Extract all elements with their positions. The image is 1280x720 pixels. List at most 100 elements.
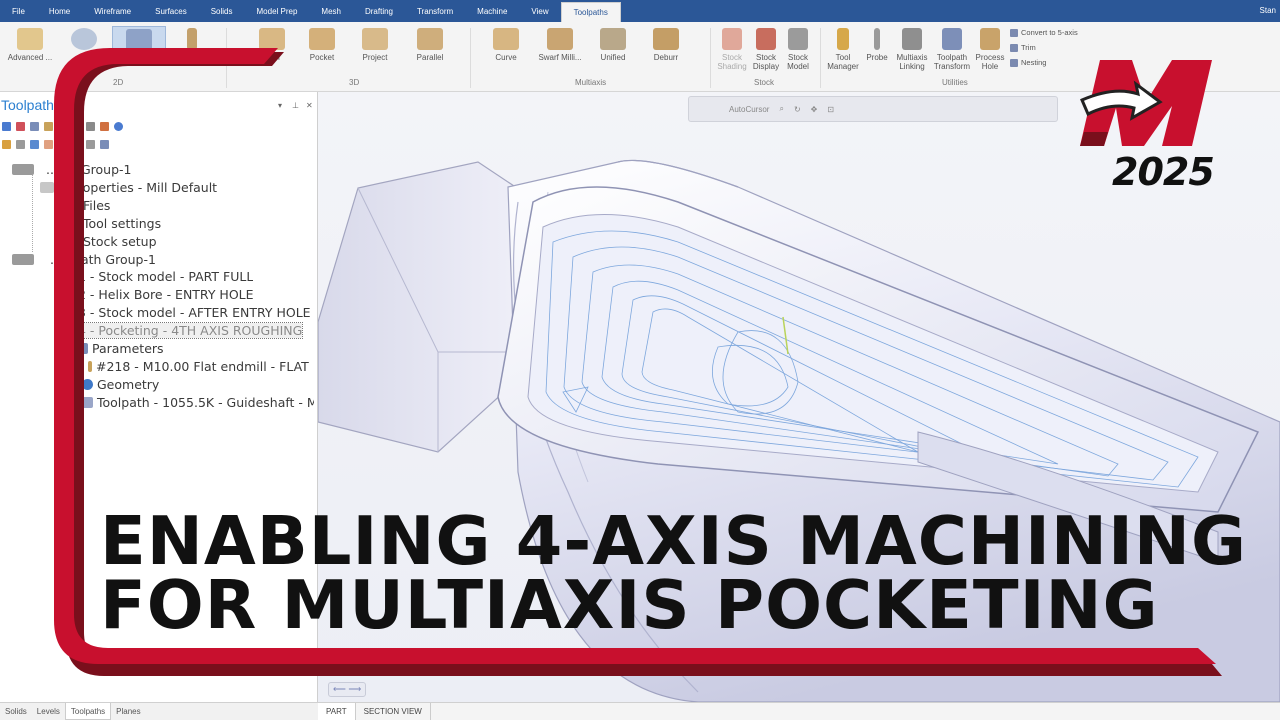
tree-toolpath-file[interactable]: Toolpath - 1055.5K - Guideshaft - M — [82, 395, 314, 410]
tab-toolpaths-manager[interactable]: Toolpaths — [64, 703, 112, 720]
selected-2d-button[interactable] — [112, 26, 166, 52]
convert-5axis-button[interactable]: Convert to 5-axis — [1010, 28, 1078, 37]
multiaxis-linking-label: Multiaxis Linking — [896, 53, 928, 71]
tab-transform[interactable]: Transform — [405, 0, 465, 22]
tab-home[interactable]: Home — [37, 0, 82, 22]
tree-tool-settings[interactable]: Tool settings — [68, 216, 161, 231]
move-up-icon[interactable] — [58, 140, 67, 149]
unified-button[interactable]: Unified — [585, 24, 641, 62]
swarf-label: Swarf Milli... — [538, 53, 582, 62]
tab-planes-manager[interactable]: Planes — [111, 703, 145, 720]
tree-toolpath-group[interactable]: ...olpath Group-1 — [12, 252, 156, 267]
tree-geometry[interactable]: Geometry — [82, 377, 159, 392]
autocursor-label[interactable]: AutoCursor — [729, 105, 769, 114]
drill-button[interactable] — [172, 24, 212, 53]
tree-machine-group[interactable]: ...ine Group-1 — [12, 162, 132, 177]
fit-icon[interactable]: ⊡ — [827, 105, 834, 114]
deselect-icon[interactable] — [16, 122, 25, 131]
tab-levels-manager[interactable]: Levels — [32, 703, 65, 720]
deburr-icon — [653, 28, 679, 50]
select-all-icon[interactable] — [2, 122, 11, 131]
project-button[interactable]: Project — [347, 24, 403, 62]
swarf-milling-button[interactable]: Swarf Milli... — [532, 24, 588, 62]
unified-label: Unified — [600, 53, 626, 62]
tab-mesh[interactable]: Mesh — [309, 0, 353, 22]
pin-icon[interactable]: ⊥ — [292, 101, 299, 110]
insert-arrow-icon[interactable] — [72, 140, 81, 149]
scroll-icon[interactable] — [86, 140, 95, 149]
posting-icon[interactable] — [30, 140, 39, 149]
group-2d-label: 2D — [113, 78, 124, 87]
zoom-icon[interactable]: ⌕ — [779, 104, 783, 114]
expand-icon[interactable] — [100, 140, 109, 149]
logo-year: 2025 — [1112, 150, 1215, 194]
dropdown-icon[interactable]: ▾ — [278, 101, 282, 110]
tree-parameters[interactable]: Parameters — [82, 341, 164, 356]
curve-button[interactable]: Curve — [478, 24, 534, 62]
parallel-icon — [417, 28, 443, 50]
stock-display-button[interactable]: Stock Display — [748, 24, 784, 71]
lock-icon[interactable] — [2, 140, 11, 149]
backplot-icon[interactable] — [58, 122, 67, 131]
multiaxis-linking-button[interactable]: Multiaxis Linking — [892, 24, 932, 71]
tab-solids[interactable]: Solids — [199, 0, 245, 22]
tab-model-prep[interactable]: Model Prep — [245, 0, 310, 22]
move-down-icon[interactable] — [44, 140, 53, 149]
probe-button[interactable]: Probe — [860, 24, 894, 62]
toggle-display-icon[interactable] — [16, 140, 25, 149]
help-icon[interactable] — [114, 122, 123, 131]
tree-operation-2[interactable]: 2 - Helix Bore - ENTRY HOLE — [68, 287, 254, 302]
tree-operation-1[interactable]: 1 - Stock model - PART FULL — [68, 269, 253, 284]
tab-solids-manager[interactable]: Solids — [0, 703, 32, 720]
view-navigator[interactable]: ⟵ ⟶ — [328, 682, 367, 697]
verify-icon[interactable] — [72, 122, 81, 131]
tree-properties[interactable]: ...roperties - Mill Default — [40, 180, 217, 195]
endmill-icon — [88, 361, 92, 372]
viewport-toolbar[interactable]: AutoCursor ⌕ ↻ ✥ ⊡ — [688, 96, 1058, 122]
advanced-button[interactable]: Advanced ... — [2, 24, 58, 62]
pocket-button[interactable]: Pocket — [294, 24, 350, 62]
tree-operation-3[interactable]: 3 - Stock model - AFTER ENTRY HOLE — [68, 305, 311, 320]
group-multiaxis-label: Multiaxis — [575, 78, 607, 87]
multiaxis-linking-icon — [902, 28, 922, 50]
tree-label: 1 - Stock model - PART FULL — [78, 269, 254, 284]
tool-manager-button[interactable]: Tool Manager — [822, 24, 864, 71]
simulate-icon[interactable] — [86, 122, 95, 131]
process-hole-label: Process Hole — [975, 53, 1005, 71]
tab-machine[interactable]: Machine — [465, 0, 519, 22]
tab-view[interactable]: View — [519, 0, 560, 22]
unified-icon — [600, 28, 626, 50]
tree-label: 2 - Helix Bore - ENTRY HOLE — [78, 287, 254, 302]
stock-model-button[interactable]: Stock Model — [780, 24, 816, 71]
tree-tool[interactable]: #218 - M10.00 Flat endmill - FLAT — [88, 359, 309, 374]
toolpath-transform-button[interactable]: Toolpath Transform — [930, 24, 974, 71]
parallel-button[interactable]: Parallel — [402, 24, 458, 62]
properties-icon — [40, 182, 54, 193]
tab-surfaces[interactable]: Surfaces — [143, 0, 199, 22]
regen-dirty-icon[interactable] — [44, 122, 53, 131]
tab-file[interactable]: File — [0, 0, 37, 22]
tree-operation-4-selected[interactable]: 4 - Pocketing - 4TH AXIS ROUGHING — [66, 322, 304, 339]
process-hole-button[interactable]: Process Hole — [970, 24, 1010, 71]
trim-button[interactable]: Trim — [1010, 43, 1036, 52]
tree-stock-setup[interactable]: Stock setup — [68, 234, 157, 249]
rotate-icon[interactable]: ↻ — [794, 105, 801, 114]
tab-section-view[interactable]: SECTION VIEW — [356, 703, 431, 720]
tab-part-view[interactable]: PART — [318, 703, 356, 720]
tree-files[interactable]: Files — [68, 198, 110, 213]
project-icon — [362, 28, 388, 50]
post-icon[interactable] — [100, 122, 109, 131]
deburr-button[interactable]: Deburr — [638, 24, 694, 62]
tree-label: Tool settings — [83, 216, 162, 231]
close-icon[interactable]: ✕ — [306, 101, 313, 110]
dynamic-button[interactable] — [58, 24, 110, 53]
tab-wireframe[interactable]: Wireframe — [82, 0, 143, 22]
stock-shading-button[interactable]: Stock Shading — [712, 24, 752, 71]
tab-drafting[interactable]: Drafting — [353, 0, 405, 22]
pan-icon[interactable]: ✥ — [811, 105, 818, 114]
regen-icon[interactable] — [30, 122, 39, 131]
headline-line-1: ENABLING 4-AXIS MACHINING — [100, 502, 1247, 580]
tab-toolpaths[interactable]: Toolpaths — [560, 2, 621, 22]
nesting-button[interactable]: Nesting — [1010, 58, 1046, 67]
rough-button[interactable]: ...gh — [244, 24, 300, 62]
